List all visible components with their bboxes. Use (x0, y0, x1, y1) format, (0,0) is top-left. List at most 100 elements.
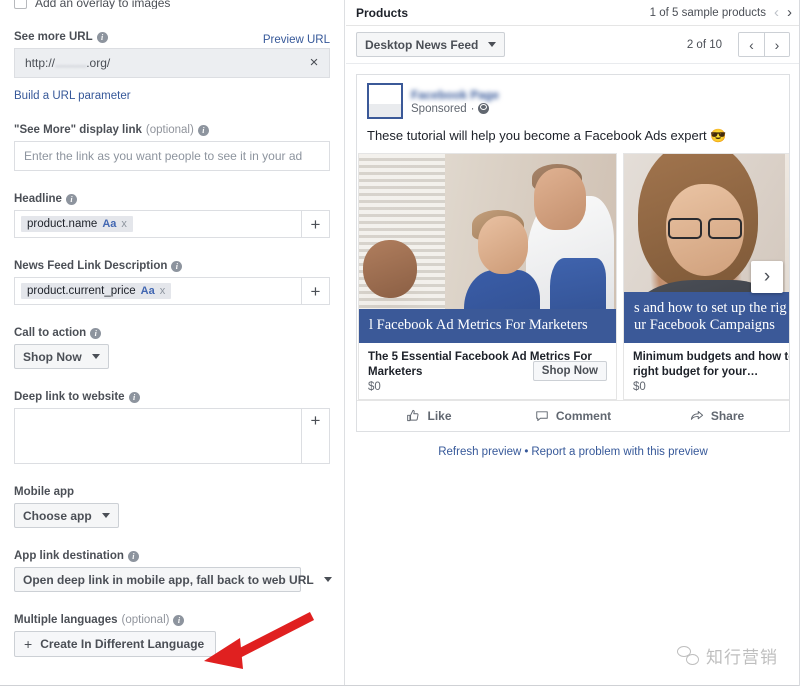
carousel-next-button[interactable]: › (751, 261, 783, 293)
like-button[interactable]: Like (357, 409, 501, 423)
create-in-different-language-button[interactable]: + Create In Different Language (14, 631, 216, 657)
build-url-parameter-link[interactable]: Build a URL parameter (14, 90, 131, 102)
headline-label: Headline (14, 193, 62, 205)
ad-header: Facebook Page Sponsored · (357, 75, 789, 125)
ad-actions-bar: Like Comment Share (357, 400, 789, 431)
preview-toolbar: Desktop News Feed 2 of 10 ‹ › (346, 26, 800, 64)
placement-select[interactable]: Desktop News Feed (356, 32, 505, 57)
add-overlay-checkbox[interactable] (14, 0, 27, 9)
info-icon[interactable]: i (171, 261, 182, 272)
description-add-button[interactable]: + (301, 278, 329, 304)
app-link-destination-label-group: App link destination i (14, 550, 330, 562)
mobile-app-label-group: Mobile app (14, 486, 330, 498)
description-token-area[interactable]: product.current_price Aa x (15, 278, 301, 304)
placement-value: Desktop News Feed (365, 38, 478, 52)
info-icon[interactable]: i (128, 551, 139, 562)
carousel-card[interactable]: l Facebook Ad Metrics For Marketers The … (358, 153, 617, 400)
info-icon[interactable]: i (66, 194, 77, 205)
photo-shape (534, 168, 586, 230)
headline-token-text: product.name (27, 218, 97, 230)
photo-shape (363, 240, 417, 298)
create-in-different-language-label: Create In Different Language (40, 637, 204, 651)
products-next-icon[interactable]: › (787, 5, 792, 20)
call-to-action-select[interactable]: Shop Now (14, 344, 109, 369)
add-overlay-label: Add an overlay to images (35, 0, 170, 9)
chevron-down-icon (102, 513, 110, 518)
call-to-action-label: Call to action (14, 327, 86, 339)
preview-prev-button[interactable]: ‹ (739, 33, 764, 56)
carousel-card-texts: Minimum budgets and how to set up the ri… (633, 350, 789, 393)
share-button[interactable]: Share (645, 409, 789, 423)
clear-url-icon[interactable]: × (307, 56, 321, 70)
preview-panel-title: Products (356, 6, 408, 20)
card-image-caption: l Facebook Ad Metrics For Marketers (359, 309, 616, 343)
refresh-preview-link[interactable]: Refresh preview (438, 446, 521, 458)
globe-icon (478, 103, 489, 114)
call-to-action-value: Shop Now (23, 350, 82, 364)
ad-preview-card: Facebook Page Sponsored · These tutorial… (356, 74, 790, 432)
preview-url-link[interactable]: Preview URL (263, 34, 330, 46)
mobile-app-select[interactable]: Choose app (14, 503, 119, 528)
text-format-icon[interactable]: Aa (141, 285, 155, 297)
display-link-label-group: "See More" display link (optional) i (14, 124, 330, 136)
headline-field[interactable]: product.name Aa x + (14, 210, 330, 238)
preview-footer-links: Refresh preview•Report a problem with th… (346, 446, 800, 458)
comment-button[interactable]: Comment (501, 409, 645, 423)
separator-dot: · (471, 103, 475, 115)
wechat-icon (677, 646, 699, 665)
display-link-label: "See More" display link (14, 124, 142, 136)
see-more-url-value: http://............org/ (25, 56, 110, 70)
news-feed-link-description-label-group: News Feed Link Description i (14, 260, 330, 272)
carousel-card-price: $0 (633, 381, 789, 393)
news-feed-link-description-label: News Feed Link Description (14, 260, 167, 272)
info-icon[interactable]: i (90, 328, 101, 339)
ad-header-text: Facebook Page Sponsored · (411, 83, 499, 119)
app-link-destination-value: Open deep link in mobile app, fall back … (23, 573, 314, 587)
info-icon[interactable]: i (97, 32, 108, 43)
page-avatar (367, 83, 403, 119)
page-name[interactable]: Facebook Page (411, 88, 499, 101)
comment-bubble-icon (535, 409, 549, 423)
see-more-url-header: See more URL i Preview URL (14, 31, 330, 48)
see-more-url-label: See more URL (14, 31, 93, 43)
photo-shape (478, 216, 528, 274)
preview-next-button[interactable]: › (764, 33, 789, 56)
app-root: Add an overlay to images See more URL i … (0, 0, 800, 686)
carousel-track: l Facebook Ad Metrics For Marketers The … (357, 153, 789, 400)
carousel-card-cta-button[interactable]: Shop Now (533, 361, 607, 381)
sponsored-label: Sponsored (411, 103, 467, 115)
add-overlay-to-images-row[interactable]: Add an overlay to images (0, 0, 344, 9)
multiple-languages-label-group: Multiple languages (optional) i (14, 614, 330, 626)
display-link-input[interactable] (14, 141, 330, 171)
text-format-icon[interactable]: Aa (102, 218, 116, 230)
separator-bullet: • (524, 446, 528, 458)
watermark-text: 知行营销 (706, 643, 778, 668)
info-icon[interactable]: i (173, 615, 184, 626)
info-icon[interactable]: i (129, 392, 140, 403)
card-image-caption: s and how to set up the rigur Facebook C… (624, 292, 789, 343)
preview-panel-header: Products 1 of 5 sample products ‹ › (346, 0, 800, 26)
description-token-text: product.current_price (27, 285, 136, 297)
app-link-destination-select[interactable]: Open deep link in mobile app, fall back … (14, 567, 301, 592)
headline-add-button[interactable]: + (301, 211, 329, 237)
remove-token-icon[interactable]: x (121, 218, 127, 230)
info-icon[interactable]: i (198, 125, 209, 136)
deep-link-field[interactable]: + (14, 408, 330, 464)
deep-link-label-group: Deep link to website i (14, 391, 330, 403)
headline-token[interactable]: product.name Aa x (21, 216, 133, 232)
news-feed-link-description-field[interactable]: product.current_price Aa x + (14, 277, 330, 305)
share-label: Share (711, 409, 744, 423)
deep-link-token-area[interactable] (15, 409, 301, 463)
share-arrow-icon (690, 409, 704, 423)
chevron-down-icon (488, 42, 496, 47)
description-token[interactable]: product.current_price Aa x (21, 283, 171, 299)
see-more-url-input[interactable]: http://............org/ × (14, 48, 330, 78)
carousel-card-body: The 5 Essential Facebook Ad Metrics For … (359, 343, 616, 399)
carousel-card-title: Minimum budgets and how to set up the ri… (633, 350, 789, 379)
deep-link-add-button[interactable]: + (301, 409, 329, 463)
report-problem-link[interactable]: Report a problem with this preview (531, 446, 707, 458)
carousel-card-price: $0 (368, 381, 607, 393)
remove-token-icon[interactable]: x (160, 285, 166, 297)
headline-token-area[interactable]: product.name Aa x (15, 211, 301, 237)
products-prev-icon[interactable]: ‹ (774, 5, 779, 20)
